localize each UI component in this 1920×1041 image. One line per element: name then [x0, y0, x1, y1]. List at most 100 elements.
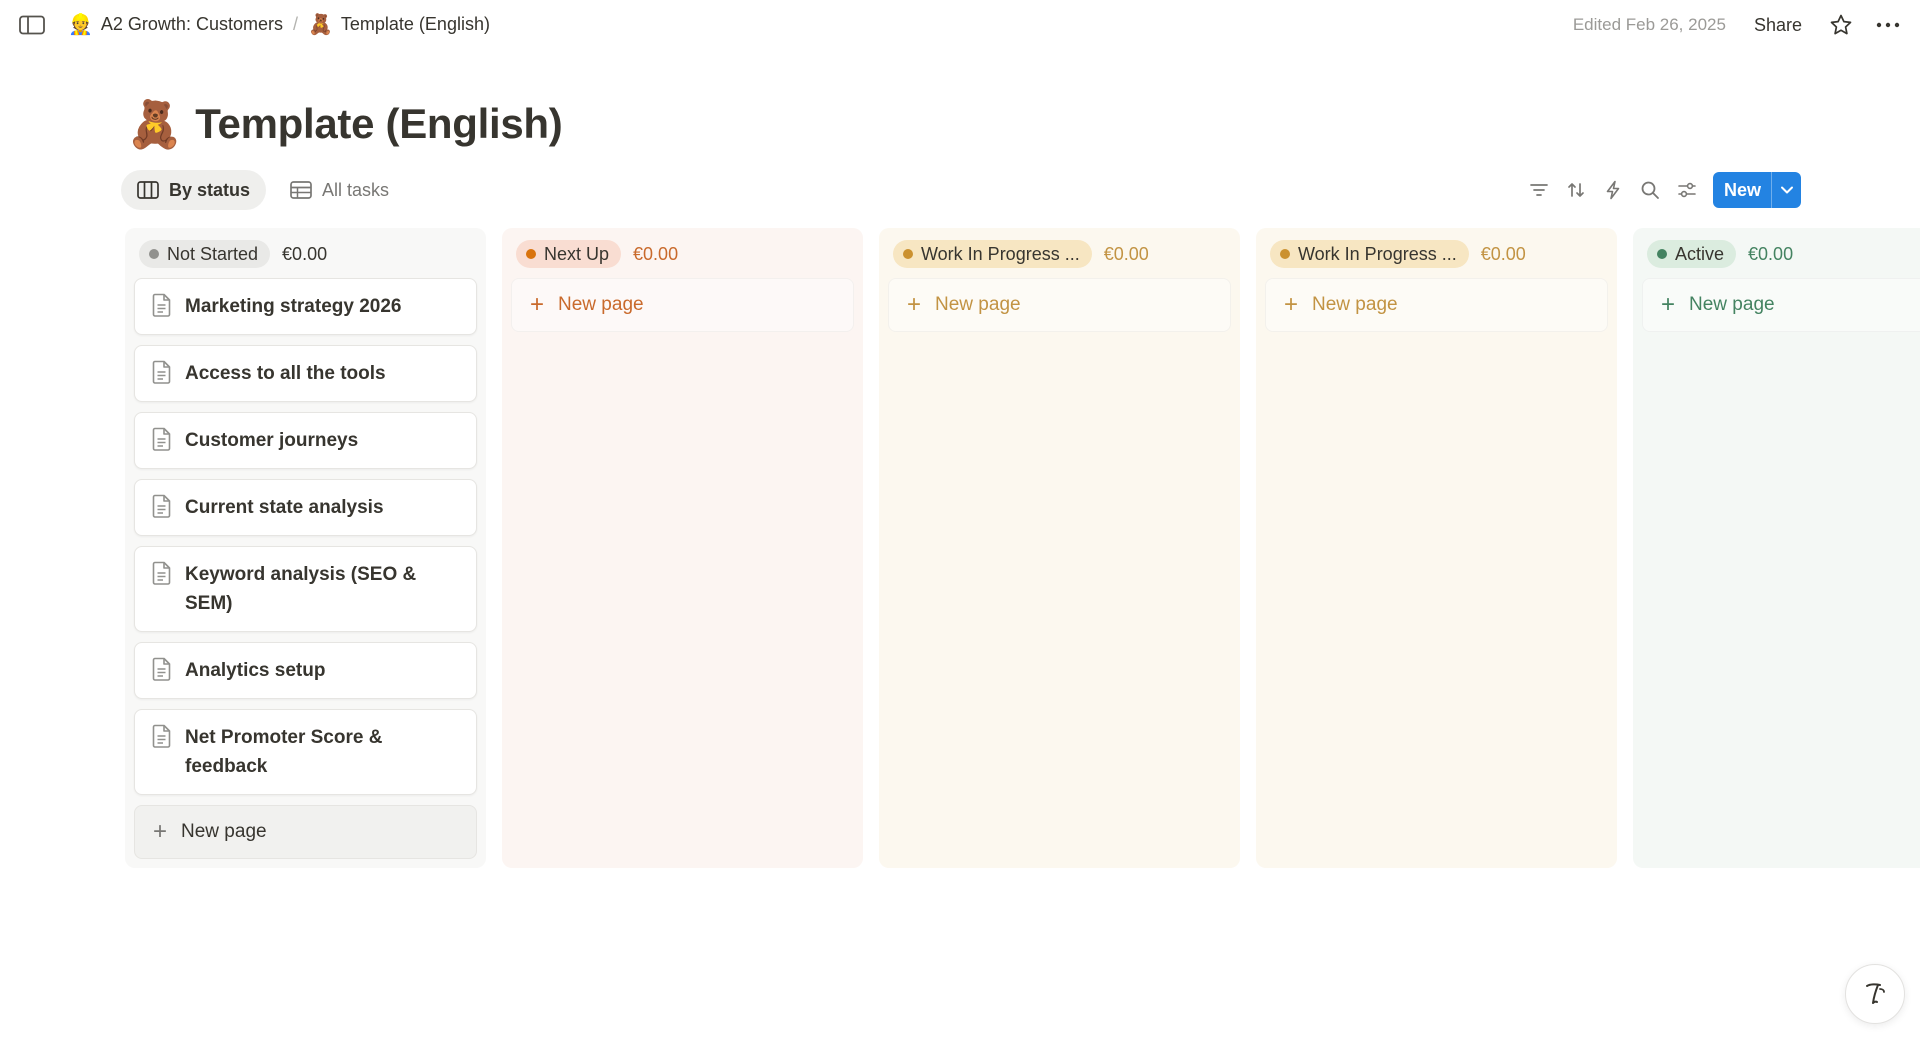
- chevron-down-icon[interactable]: [1771, 172, 1801, 208]
- filter-icon[interactable]: [1520, 172, 1557, 208]
- new-page-button[interactable]: + New page: [1265, 278, 1608, 332]
- page-document-icon: [151, 724, 173, 748]
- new-button-group: New: [1713, 172, 1802, 208]
- share-button[interactable]: Share: [1754, 15, 1802, 36]
- status-dot-icon: [1657, 249, 1667, 259]
- board-card[interactable]: Access to all the tools: [134, 345, 477, 402]
- board-column: Not Started €0.00 Marketing strategy 2026 A…: [125, 228, 486, 868]
- star-icon[interactable]: [1828, 12, 1854, 38]
- new-page-label: New page: [558, 294, 644, 315]
- top-actions: Edited Feb 26, 2025 Share: [1573, 0, 1920, 50]
- breadcrumb-item-current[interactable]: 🧸 Template (English): [304, 12, 494, 37]
- card-title: Analytics setup: [185, 660, 326, 681]
- plus-icon: +: [907, 291, 922, 318]
- tab-label: All tasks: [322, 179, 390, 200]
- sort-icon[interactable]: [1557, 172, 1594, 208]
- board-card[interactable]: Current state analysis: [134, 479, 477, 536]
- worker-emoji-icon: 👷: [68, 13, 93, 36]
- plus-icon: +: [530, 291, 545, 318]
- breadcrumb-label: A2 Growth: Customers: [100, 14, 283, 34]
- column-sum: €0.00: [633, 243, 679, 264]
- new-page-label: New page: [1689, 294, 1775, 315]
- status-label: Active: [1675, 243, 1725, 264]
- card-title: Customer journeys: [185, 430, 359, 451]
- status-badge[interactable]: Work In Progress ...: [893, 240, 1092, 268]
- table-icon: [290, 179, 312, 201]
- new-page-button[interactable]: + New page: [511, 278, 854, 332]
- card-title: Current state analysis: [185, 497, 384, 518]
- column-header: Work In Progress ... €0.00: [888, 238, 1231, 270]
- plus-icon: +: [1284, 291, 1299, 318]
- column-header: Active €0.00: [1642, 238, 1920, 270]
- new-page-label: New page: [935, 294, 1021, 315]
- status-badge[interactable]: Not Started: [139, 240, 271, 268]
- page-document-icon: [151, 293, 173, 317]
- column-header: Not Started €0.00: [134, 238, 477, 270]
- card-title: Access to all the tools: [185, 363, 386, 384]
- board-card[interactable]: Analytics setup: [134, 642, 477, 699]
- status-dot-icon: [526, 249, 536, 259]
- status-dot-icon: [1280, 249, 1290, 259]
- status-badge[interactable]: Active: [1647, 240, 1737, 268]
- new-page-label: New page: [1312, 294, 1398, 315]
- status-dot-icon: [903, 249, 913, 259]
- status-label: Next Up: [544, 243, 610, 264]
- new-page-button[interactable]: + New page: [1642, 278, 1920, 332]
- plus-icon: +: [1661, 291, 1676, 318]
- kanban-board: Not Started €0.00 Marketing strategy 2026 A…: [125, 228, 1920, 868]
- automation-icon[interactable]: [1594, 172, 1631, 208]
- status-badge[interactable]: Next Up: [516, 240, 622, 268]
- board-card[interactable]: Marketing strategy 2026: [134, 278, 477, 335]
- new-page-label: New page: [181, 821, 267, 842]
- search-icon[interactable]: [1631, 172, 1668, 208]
- card-title: Keyword analysis (SEO & SEM): [185, 564, 417, 614]
- status-dot-icon: [149, 249, 159, 259]
- board-column: Next Up €0.00 + New page: [502, 228, 863, 868]
- breadcrumb-label: Template (English): [340, 14, 490, 34]
- sidebar-toggle-icon[interactable]: [18, 14, 46, 36]
- new-button[interactable]: New: [1713, 172, 1771, 208]
- status-badge[interactable]: Work In Progress ...: [1270, 240, 1469, 268]
- new-page-button[interactable]: + New page: [134, 805, 477, 859]
- edited-timestamp: Edited Feb 26, 2025: [1572, 15, 1726, 34]
- column-header: Next Up €0.00: [511, 238, 854, 270]
- column-header: Work In Progress ... €0.00: [1265, 238, 1608, 270]
- card-title: Net Promoter Score & feedback: [185, 727, 383, 777]
- breadcrumb: 👷 A2 Growth: Customers / 🧸 Template (Eng…: [64, 12, 494, 37]
- view-tabs: By status All tasks: [121, 170, 405, 210]
- teddy-bear-emoji-icon[interactable]: 🧸: [126, 101, 183, 147]
- page-document-icon: [151, 360, 173, 384]
- help-assistant-button[interactable]: [1845, 964, 1905, 1024]
- tab-label: By status: [169, 179, 251, 200]
- column-sum: €0.00: [1480, 243, 1526, 264]
- board-card[interactable]: Keyword analysis (SEO & SEM): [134, 546, 477, 632]
- new-page-button[interactable]: + New page: [888, 278, 1231, 332]
- status-label: Work In Progress ...: [921, 243, 1080, 264]
- page-title: 🧸 Template (English): [126, 100, 563, 148]
- database-toolbar: New: [1520, 172, 1802, 208]
- board-icon: [137, 179, 159, 201]
- breadcrumb-item-parent[interactable]: 👷 A2 Growth: Customers: [64, 12, 287, 37]
- settings-icon[interactable]: [1668, 172, 1705, 208]
- page-title-text[interactable]: Template (English): [195, 100, 562, 148]
- tab-by-status[interactable]: By status: [121, 170, 267, 210]
- status-label: Not Started: [167, 243, 259, 264]
- board-column: Work In Progress ... €0.00 + New page: [879, 228, 1240, 868]
- tab-all-tasks[interactable]: All tasks: [274, 170, 405, 210]
- board-card[interactable]: Net Promoter Score & feedback: [134, 709, 477, 795]
- ai-assistant-icon: [1866, 983, 1885, 1004]
- page-document-icon: [151, 494, 173, 518]
- card-title: Marketing strategy 2026: [185, 296, 402, 317]
- page-document-icon: [151, 561, 173, 585]
- status-label: Work In Progress ...: [1298, 243, 1457, 264]
- column-sum: €0.00: [1103, 243, 1149, 264]
- breadcrumb-separator: /: [292, 14, 298, 34]
- more-options-icon[interactable]: [1874, 12, 1902, 38]
- page-document-icon: [151, 657, 173, 681]
- board-card[interactable]: Customer journeys: [134, 412, 477, 469]
- column-sum: €0.00: [1748, 243, 1794, 264]
- column-sum: €0.00: [282, 243, 328, 264]
- plus-icon: +: [153, 818, 168, 845]
- page-document-icon: [151, 427, 173, 451]
- teddy-bear-emoji-icon: 🧸: [307, 13, 333, 36]
